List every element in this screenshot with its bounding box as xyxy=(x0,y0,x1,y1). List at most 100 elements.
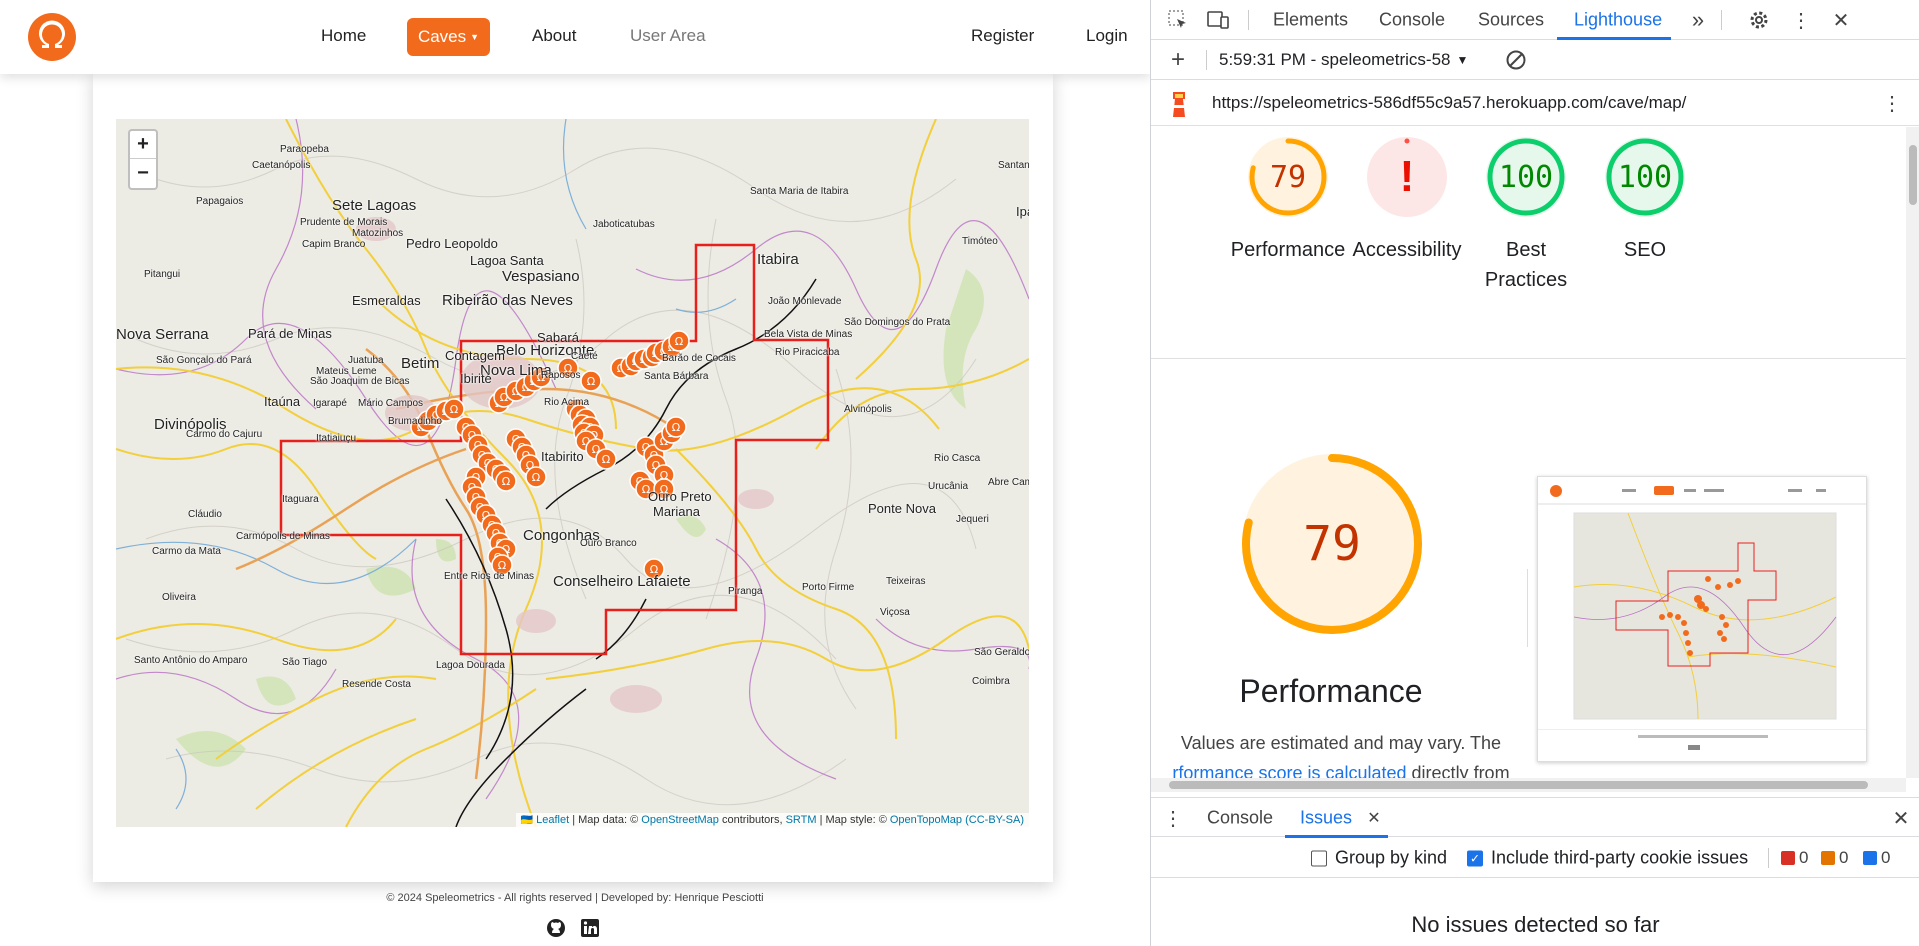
map-place-label: Carmo do Cajuru xyxy=(186,429,263,440)
map-place-label: Ouro Branco xyxy=(580,538,637,549)
srtm-link[interactable]: SRTM xyxy=(786,814,817,826)
lighthouse-report: 79 Performance! Accessibility 100 Best Pract… xyxy=(1151,127,1906,778)
cave-marker-icon[interactable]: Ω xyxy=(595,448,617,470)
perf-desc-line1: Values are estimated and may vary. The xyxy=(1180,733,1502,753)
map-place-label: Betim xyxy=(401,355,440,372)
report-selector-label: 5:59:31 PM - speleometrics-58 xyxy=(1219,50,1451,69)
map-tiles: ΩΩΩΩΩΩΩΩΩΩΩΩΩΩΩΩΩΩΩΩΩΩΩΩΩΩΩΩΩΩΩΩΩΩΩΩΩΩΩΩ… xyxy=(116,119,1029,827)
cave-marker-icon[interactable]: Ω xyxy=(665,416,687,438)
error-count[interactable]: 0 xyxy=(1781,848,1808,868)
more-options-kebab-icon[interactable]: ⋮ xyxy=(1789,8,1813,32)
map-place-label: Pitangui xyxy=(144,269,181,280)
linkedin-icon[interactable] xyxy=(580,918,600,938)
inspect-element-icon[interactable] xyxy=(1166,8,1190,32)
cave-map[interactable]: ΩΩΩΩΩΩΩΩΩΩΩΩΩΩΩΩΩΩΩΩΩΩΩΩΩΩΩΩΩΩΩΩΩΩΩΩΩΩΩΩ… xyxy=(116,119,1029,827)
issues-toolbar: Group by kind ✓ Include third-party cook… xyxy=(1151,838,1919,878)
map-place-label: Porto Firme xyxy=(802,582,855,593)
third-party-cookie-label: Include third-party cookie issues xyxy=(1491,847,1749,868)
cave-marker-icon[interactable]: Ω xyxy=(525,466,547,488)
warning-count[interactable]: 0 xyxy=(1821,848,1848,868)
score-value: ! xyxy=(1399,152,1415,201)
device-toolbar-icon[interactable] xyxy=(1206,8,1230,32)
tab-lighthouse[interactable]: Lighthouse xyxy=(1574,10,1662,31)
more-tabs-chevron-icon[interactable]: » xyxy=(1686,7,1710,32)
nav-register-link[interactable]: Register xyxy=(971,26,1034,46)
map-place-label: Piranga xyxy=(728,586,763,597)
cave-marker-icon[interactable]: Ω xyxy=(443,398,465,420)
map-place-label: Itaúna xyxy=(264,394,301,409)
info-icon xyxy=(1863,851,1877,865)
map-place-label: São Gonçalo do Pará xyxy=(156,355,252,366)
map-place-label: Cláudio xyxy=(188,509,222,520)
map-place-label: Mariana xyxy=(653,504,700,519)
third-party-cookie-box[interactable]: ✓ xyxy=(1467,850,1483,866)
nav-caves-dropdown[interactable]: Caves ▼ xyxy=(407,18,490,56)
settings-gear-icon[interactable] xyxy=(1747,8,1771,32)
report-url[interactable]: https://speleometrics-586df55c9a57.herok… xyxy=(1212,93,1686,113)
info-count[interactable]: 0 xyxy=(1863,848,1890,868)
map-place-label: Teixeiras xyxy=(886,576,926,587)
tab-sources[interactable]: Sources xyxy=(1478,10,1544,31)
map-place-label: Rio Piracicaba xyxy=(775,347,840,358)
map-place-label: Jaboticatubas xyxy=(593,219,655,230)
report-menu-kebab-icon[interactable]: ⋮ xyxy=(1880,91,1904,115)
github-icon[interactable] xyxy=(546,918,566,938)
perf-score-calc-link[interactable]: rformance score is calculated xyxy=(1172,763,1406,778)
nav-about-link[interactable]: About xyxy=(532,26,576,46)
new-report-plus-icon[interactable]: + xyxy=(1166,46,1190,73)
zoom-in-button[interactable]: + xyxy=(130,131,156,159)
final-screenshot-thumbnail[interactable] xyxy=(1537,476,1867,762)
close-devtools-icon[interactable]: ✕ xyxy=(1829,8,1853,32)
map-place-label: Itatiaiuçu xyxy=(316,433,357,444)
svg-text:Ω: Ω xyxy=(602,453,610,466)
score-gauge-accessibility[interactable]: ! Accessibility xyxy=(1353,127,1461,265)
error-icon xyxy=(1781,851,1795,865)
tab-elements[interactable]: Elements xyxy=(1273,10,1348,31)
map-place-label: Lagoa Dourada xyxy=(436,660,505,671)
report-horizontal-scrollbar[interactable] xyxy=(1151,778,1906,792)
nav-home-link[interactable]: Home xyxy=(321,26,366,46)
third-party-cookie-checkbox[interactable]: ✓ Include third-party cookie issues xyxy=(1467,848,1748,869)
license-link[interactable]: (CC-BY-SA) xyxy=(965,814,1024,826)
map-place-label: Ibirité xyxy=(460,371,492,386)
map-place-label: Conselheiro Lafaiete xyxy=(553,573,691,590)
map-place-label: Ouro Preto xyxy=(648,489,712,504)
map-place-label: São Domingos do Prata xyxy=(844,317,951,328)
map-place-label: Lagoa Santa xyxy=(470,253,544,268)
close-drawer-icon[interactable]: ✕ xyxy=(1889,806,1913,830)
nav-user-area-link[interactable]: User Area xyxy=(630,26,706,46)
omega-logo-icon[interactable] xyxy=(28,13,76,61)
osm-link[interactable]: OpenStreetMap xyxy=(641,814,719,826)
cave-marker-icon[interactable]: Ω xyxy=(668,330,690,352)
score-value: 100 xyxy=(1617,159,1673,195)
drawer-tab-console[interactable]: Console xyxy=(1207,808,1273,829)
score-ring: 100 xyxy=(1595,127,1695,227)
report-selector[interactable]: 5:59:31 PM - speleometrics-58 ▼ xyxy=(1219,50,1468,70)
report-vertical-scrollbar[interactable] xyxy=(1906,127,1919,778)
map-place-label: Nova Serrana xyxy=(116,326,209,343)
group-by-kind-checkbox[interactable]: Group by kind xyxy=(1311,848,1447,869)
leaflet-link[interactable]: Leaflet xyxy=(536,814,569,826)
cave-marker-icon[interactable]: Ω xyxy=(580,370,602,392)
score-gauge-performance[interactable]: 79 Performance xyxy=(1231,127,1345,265)
group-by-kind-box[interactable] xyxy=(1311,850,1327,866)
performance-section-title: Performance xyxy=(1239,673,1423,709)
map-place-label: Viçosa xyxy=(880,607,910,618)
clear-all-icon[interactable] xyxy=(1504,48,1528,72)
close-issues-tab-icon[interactable]: ✕ xyxy=(1362,806,1386,830)
attrib-style: | Map style: © xyxy=(819,814,887,826)
score-gauge-seo[interactable]: 100 SEO xyxy=(1595,127,1695,265)
score-gauge-best-practices[interactable]: 100 Best Practices xyxy=(1476,127,1576,295)
drawer-menu-kebab-icon[interactable]: ⋮ xyxy=(1161,806,1185,830)
map-place-label: Santo Antônio do Amparo xyxy=(134,655,248,666)
zoom-out-button[interactable]: − xyxy=(130,159,156,187)
drawer-tab-issues[interactable]: Issues xyxy=(1300,808,1352,829)
map-place-label: São Joaquim de Bicas xyxy=(310,376,410,387)
cave-marker-icon[interactable]: Ω xyxy=(495,470,517,492)
map-place-label: Pará de Minas xyxy=(248,326,332,341)
warning-icon xyxy=(1821,851,1835,865)
tab-console[interactable]: Console xyxy=(1379,10,1445,31)
opentopomap-link[interactable]: OpenTopoMap xyxy=(890,814,962,826)
nav-login-link[interactable]: Login xyxy=(1086,26,1128,46)
map-zoom-control: + − xyxy=(128,129,158,190)
